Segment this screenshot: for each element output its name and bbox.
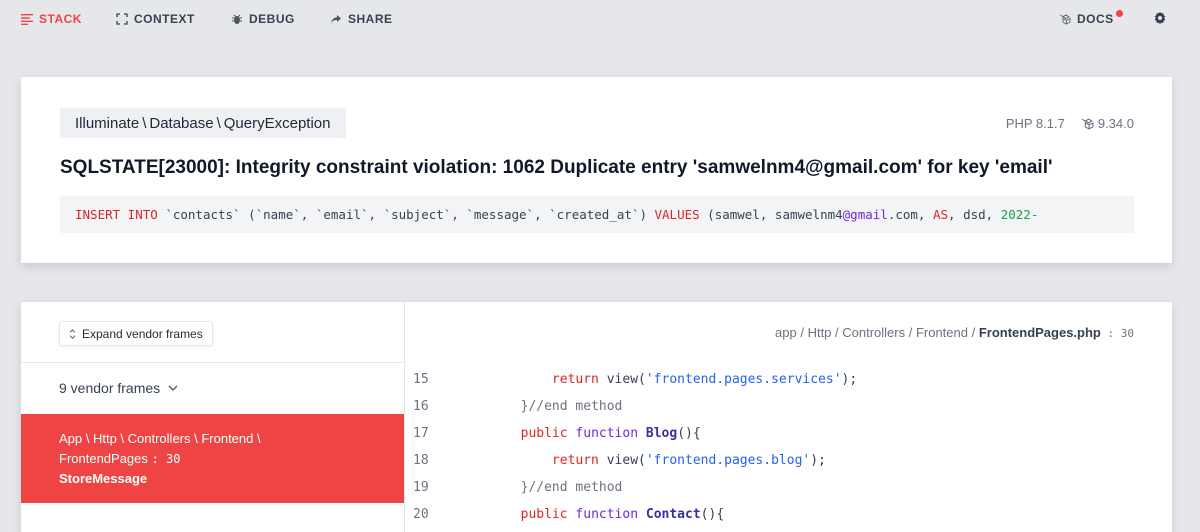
frame-line-number: : 30 [151,452,181,466]
notification-dot [1115,10,1123,17]
code-keyword: return [551,372,599,387]
frame-method: StoreMessage [59,471,148,486]
code-text: return view('frontend.pages.blog'); [458,453,826,468]
vendor-frames-label: 9 vendor frames [59,380,161,396]
version-info: PHP 8.1.7 9.34.0 [1006,116,1134,131]
stack-frame-active[interactable]: App \ Http \ Controllers \ Frontend \ Fr… [21,414,404,503]
code-call: view( [598,372,646,387]
stack-trace-card: Expand vendor frames 9 vendor frames App… [21,302,1172,532]
expand-vendor-frames-button[interactable]: Expand vendor frames [59,321,213,346]
code-comment: }//end method [520,480,623,495]
frame-class-line: FrontendPages : 30 [59,451,180,466]
code-text: }//end method [458,399,623,414]
sql-fade-overlay [1094,196,1134,233]
code-string: 'frontend.pages.services' [645,372,842,387]
code-line: 16 }//end method [405,393,1172,420]
code-snippet: 15 return view('frontend.pages.services'… [405,366,1172,528]
code-keyword: return [551,453,599,468]
code-line: 19 }//end method [405,474,1172,501]
code-panel: app / Http / Controllers / Frontend / Fr… [405,302,1172,532]
code-text: return view('frontend.pages.services'); [458,372,857,387]
laravel-version: 9.34.0 [1097,116,1134,131]
separator: \ [142,114,147,132]
code-keyword: function [567,426,646,441]
exception-class-part: QueryException [223,114,331,132]
sql-number: 2022- [1000,207,1039,222]
stack-icon [21,14,33,25]
share-arrow-icon [331,15,341,24]
exception-class-part: Database [149,114,214,132]
exception-card: Illuminate \ Database \ QueryException P… [21,77,1172,263]
code-string: 'frontend.pages.blog' [645,453,811,468]
sql-text: (samwel, samwelnm4 [699,207,843,222]
frames-panel: Expand vendor frames 9 vendor frames App… [21,302,405,532]
code-punctuation: ); [810,453,826,468]
vendor-frames-toggle[interactable]: 9 vendor frames [59,380,178,396]
file-name: FrontendPages.php [978,325,1101,340]
code-text: public function Blog(){ [458,426,701,441]
docs-label: DOCS [1077,12,1114,26]
code-function-name: Blog [645,426,678,441]
sql-keyword: AS [932,207,949,222]
line-number: 19 [413,480,429,495]
laravel-logo-icon [1081,118,1094,130]
chevron-down-icon [168,385,178,391]
tab-share-label: SHARE [348,12,393,26]
exception-class-part: Illuminate [75,114,140,132]
line-number: 17 [413,426,429,441]
sql-keyword: INSERT INTO [75,207,158,222]
code-line: 20 public function Contact(){ [405,501,1172,528]
code-line: 15 return view('frontend.pages.services'… [405,366,1172,393]
sql-variable: @gmail [842,207,888,222]
expand-corners-icon [116,13,128,25]
top-nav: STACK CONTEXT DEBUG SHARE DOCS [0,0,1200,38]
tab-context-label: CONTEXT [134,12,195,26]
divider [21,362,404,363]
laravel-version-wrap: 9.34.0 [1081,116,1134,131]
laravel-logo-icon [1059,14,1071,25]
code-punctuation: ); [841,372,858,387]
tab-debug-label: DEBUG [249,12,295,26]
docs-label-wrap: DOCS [1077,10,1123,26]
tab-stack-label: STACK [39,12,82,26]
separator: \ [216,114,221,132]
exception-message: SQLSTATE[23000]: Integrity constraint vi… [60,157,1053,178]
sql-query: INSERT INTO `contacts` (`name`, `email`,… [60,196,1134,233]
file-line-number: : 30 [1100,327,1134,340]
code-call: view( [598,453,646,468]
sql-text: `contacts` (`name`, `email`, `subject`, … [157,207,655,222]
code-keyword: public [520,426,568,441]
gear-icon [1154,11,1166,25]
tab-share[interactable]: SHARE [330,12,393,26]
bug-icon [232,14,242,24]
sql-keyword: VALUES [654,207,700,222]
file-dir: app / Http / Controllers / Frontend / [775,325,979,340]
frame-namespace: App \ Http \ Controllers \ Frontend \ [59,431,261,446]
chevron-up-down-icon [69,328,76,339]
php-version: PHP 8.1.7 [1005,116,1065,131]
docs-link[interactable]: DOCS [1059,10,1123,26]
code-line: 18 return view('frontend.pages.blog'); [405,447,1172,474]
line-number: 16 [413,399,429,414]
line-number: 15 [413,372,429,387]
code-line: 17 public function Blog(){ [405,420,1172,447]
code-text: }//end method [458,480,623,495]
exception-class: Illuminate \ Database \ QueryException [60,108,346,138]
tab-debug[interactable]: DEBUG [231,12,295,26]
code-punctuation: (){ [677,426,701,441]
sql-text: , dsd, [948,207,1001,222]
expand-vendor-frames-label: Expand vendor frames [82,326,203,341]
tab-context[interactable]: CONTEXT [116,12,195,26]
sql-text: .com, [887,207,933,222]
settings-button[interactable] [1153,11,1167,25]
frame-class: FrontendPages [59,451,148,466]
file-path[interactable]: app / Http / Controllers / Frontend / Fr… [775,325,1134,340]
code-comment: }//end method [520,399,623,414]
line-number: 18 [413,453,429,468]
tab-stack[interactable]: STACK [21,12,82,26]
